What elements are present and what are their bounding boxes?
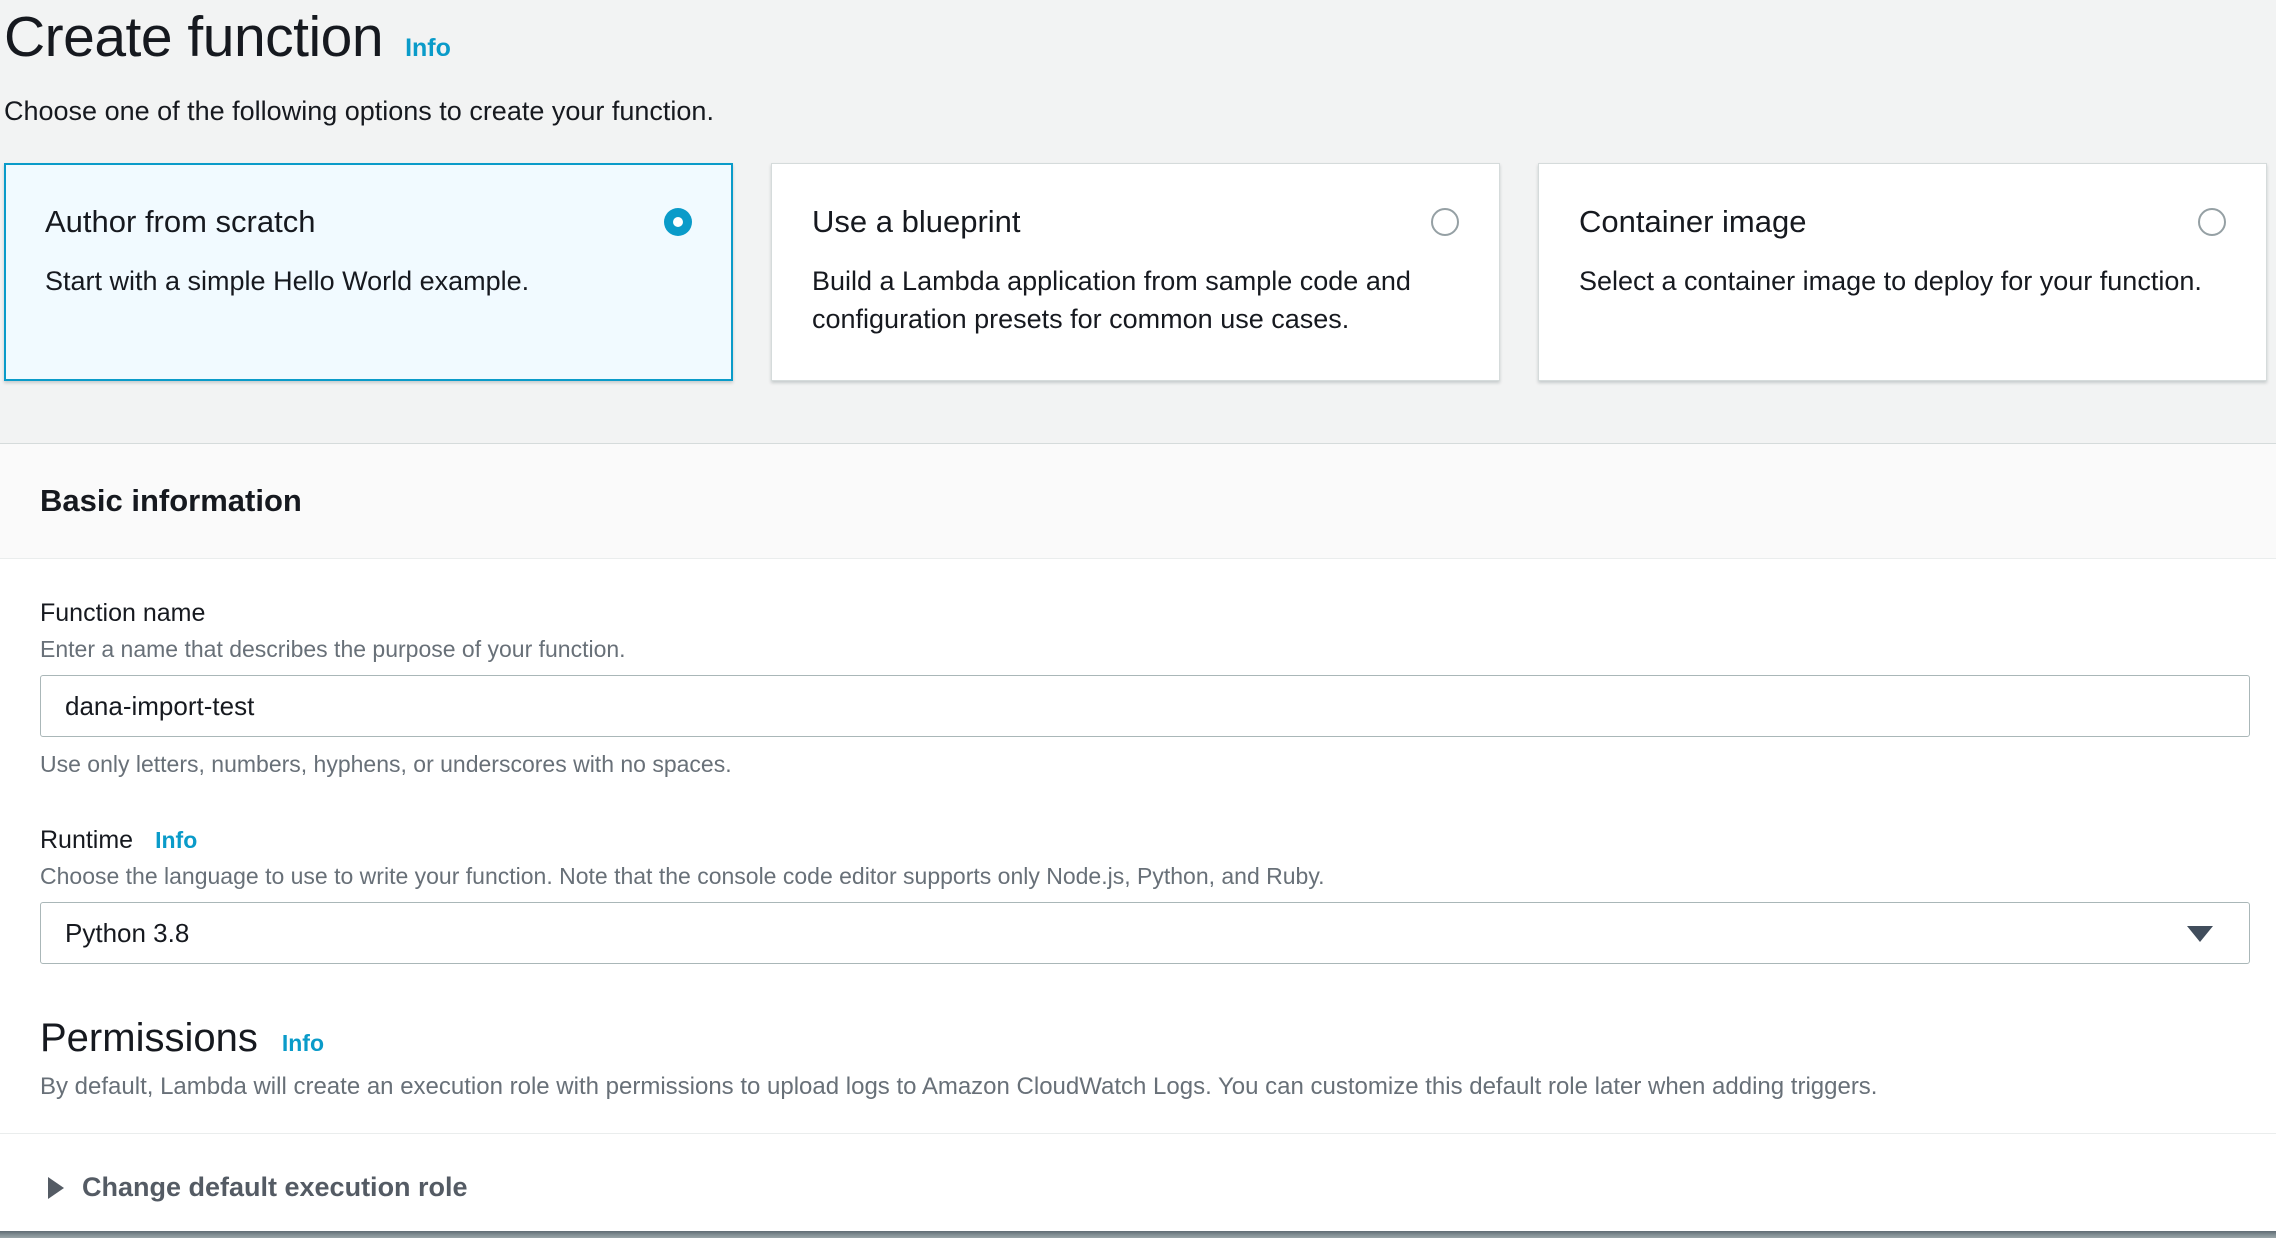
basic-information-panel: Basic information Function name Enter a … bbox=[0, 443, 2276, 1247]
expander-label: Change default execution role bbox=[82, 1172, 468, 1203]
creation-option-cards: Author from scratch Start with a simple … bbox=[4, 163, 2267, 381]
function-name-description: Enter a name that describes the purpose … bbox=[40, 636, 2250, 663]
runtime-description: Choose the language to use to write your… bbox=[40, 863, 2250, 890]
page-title: Create function bbox=[4, 4, 383, 70]
chevron-down-icon bbox=[2187, 926, 2213, 942]
runtime-select[interactable]: Python 3.8 bbox=[40, 902, 2250, 964]
function-name-label: Function name bbox=[40, 599, 205, 627]
card-description: Select a container image to deploy for y… bbox=[1579, 262, 2226, 300]
option-card-use-a-blueprint[interactable]: Use a blueprint Build a Lambda applicati… bbox=[771, 163, 1500, 381]
permissions-section: Permissions Info By default, Lambda will… bbox=[40, 1016, 2250, 1101]
card-description: Build a Lambda application from sample c… bbox=[812, 262, 1459, 339]
page-header: Create function Info Choose one of the f… bbox=[0, 0, 2276, 127]
page-title-info-link[interactable]: Info bbox=[405, 34, 451, 63]
basic-information-title: Basic information bbox=[40, 483, 302, 519]
card-title: Author from scratch bbox=[45, 204, 315, 240]
change-default-execution-role-expander[interactable]: Change default execution role bbox=[40, 1134, 2250, 1203]
runtime-label: Runtime bbox=[40, 826, 133, 855]
card-title: Use a blueprint bbox=[812, 204, 1021, 240]
option-card-author-from-scratch[interactable]: Author from scratch Start with a simple … bbox=[4, 163, 733, 381]
card-title: Container image bbox=[1579, 204, 1806, 240]
permissions-description: By default, Lambda will create an execut… bbox=[40, 1073, 2250, 1101]
permissions-title: Permissions bbox=[40, 1016, 258, 1061]
radio-use-a-blueprint[interactable] bbox=[1431, 208, 1459, 236]
function-name-constraint: Use only letters, numbers, hyphens, or u… bbox=[40, 751, 2250, 778]
radio-author-from-scratch-selected[interactable] bbox=[664, 208, 692, 236]
runtime-info-link[interactable]: Info bbox=[155, 827, 197, 854]
basic-information-header: Basic information bbox=[0, 443, 2276, 559]
bottom-section-divider bbox=[0, 1231, 2276, 1238]
expand-triangle-icon bbox=[48, 1177, 64, 1199]
function-name-input[interactable] bbox=[40, 675, 2250, 737]
option-card-container-image[interactable]: Container image Select a container image… bbox=[1538, 163, 2267, 381]
runtime-field-block: Runtime Info Choose the language to use … bbox=[40, 826, 2250, 964]
radio-container-image[interactable] bbox=[2198, 208, 2226, 236]
page-subtitle: Choose one of the following options to c… bbox=[4, 96, 2276, 127]
card-description: Start with a simple Hello World example. bbox=[45, 262, 692, 300]
runtime-selected-option: Python 3.8 bbox=[65, 918, 189, 949]
function-name-field-block: Function name Enter a name that describe… bbox=[40, 599, 2250, 778]
permissions-info-link[interactable]: Info bbox=[282, 1030, 324, 1057]
